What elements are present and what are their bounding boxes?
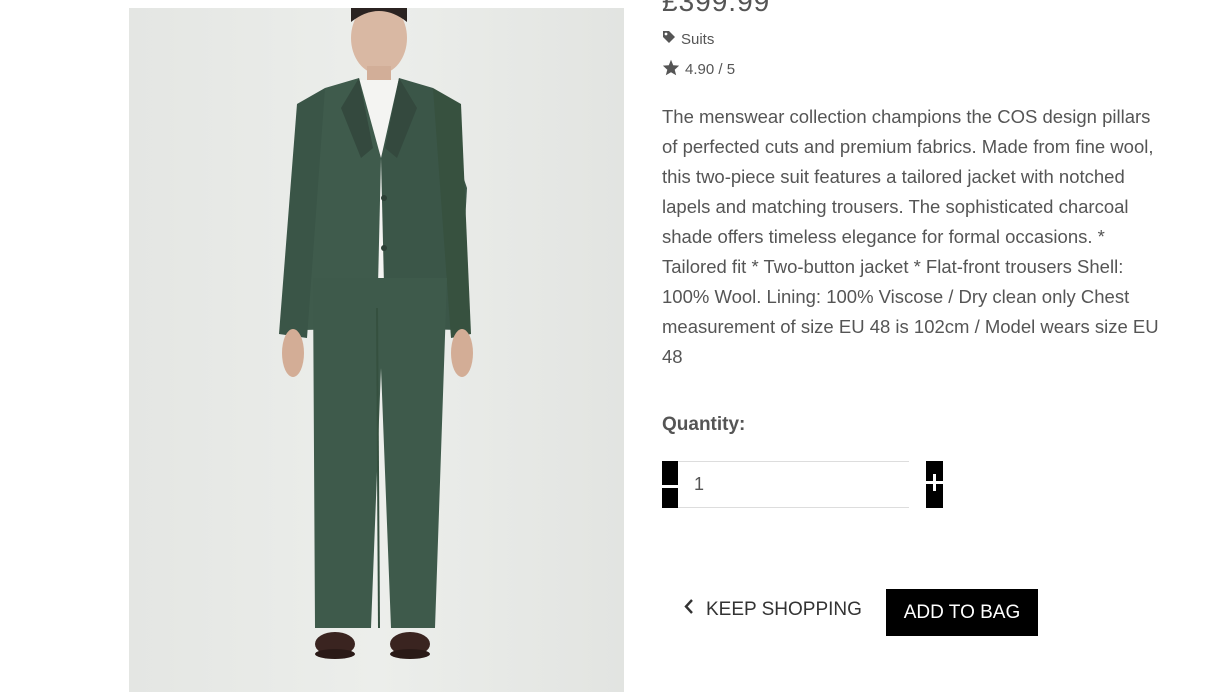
keep-shopping-link[interactable]: KEEP SHOPPING: [684, 598, 862, 621]
tag-icon: [662, 30, 676, 48]
product-category[interactable]: Suits: [662, 30, 714, 48]
chevron-left-icon: [684, 598, 694, 621]
product-description: The menswear collection champions the CO…: [662, 106, 1159, 367]
plus-icon: [926, 473, 943, 496]
rating-value: 4.90 / 5: [685, 61, 736, 78]
quantity-stepper: [662, 461, 943, 508]
product-price: £399.99: [662, 0, 771, 17]
star-icon: [662, 59, 680, 80]
category-label: Suits: [681, 30, 715, 48]
quantity-label: Quantity:: [662, 414, 746, 435]
decrement-button[interactable]: [662, 461, 678, 508]
product-image: [129, 8, 624, 692]
model-photo: [129, 8, 624, 692]
product-rating: 4.90 / 5: [662, 59, 735, 80]
quantity-input[interactable]: [678, 462, 926, 507]
add-to-bag-button[interactable]: ADD TO BAG: [886, 589, 1038, 636]
minus-icon: [662, 476, 678, 494]
keep-shopping-label: KEEP SHOPPING: [706, 598, 862, 620]
increment-button[interactable]: [926, 461, 943, 508]
